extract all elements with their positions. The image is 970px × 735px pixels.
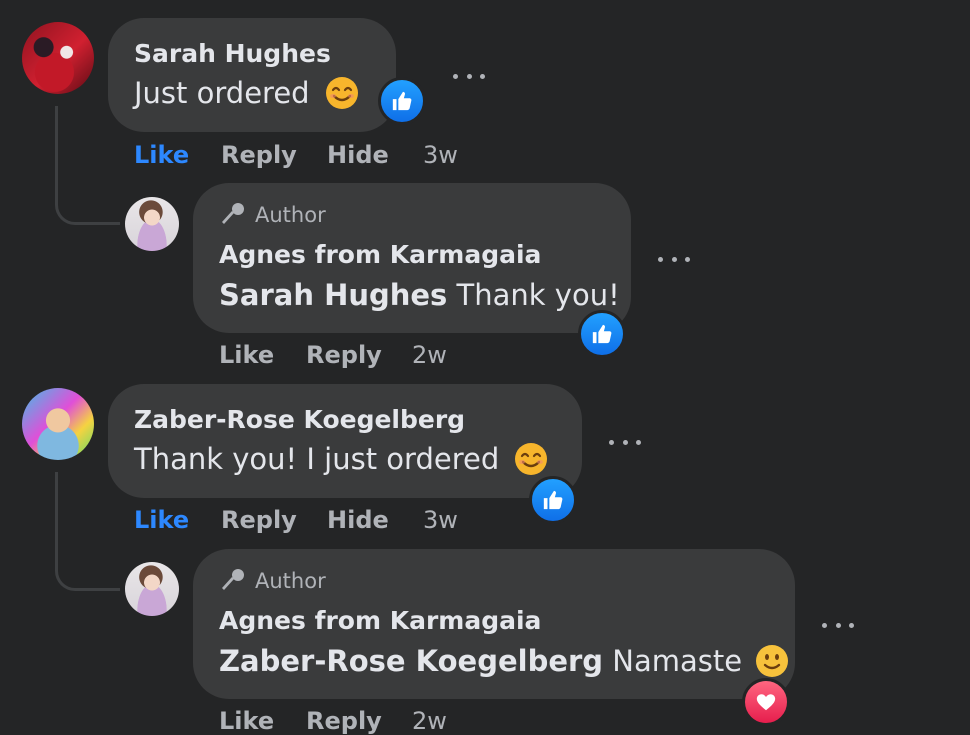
timestamp[interactable]: 3w — [423, 506, 458, 534]
reply-button[interactable]: Reply — [221, 141, 297, 169]
comment-bubble — [108, 384, 582, 498]
author-badge: Author — [255, 203, 326, 227]
comment-text: Just ordered — [134, 76, 359, 112]
more-options-icon[interactable] — [822, 618, 854, 632]
microphone-icon — [219, 566, 247, 598]
reply-author[interactable]: Agnes from Karmagaia — [219, 606, 541, 635]
smiling-face-with-smiling-eyes-icon — [514, 442, 548, 476]
mention-link[interactable]: Sarah Hughes — [219, 278, 447, 312]
mention-link[interactable]: Zaber-Rose Koegelberg — [219, 644, 603, 678]
thread-line — [55, 106, 120, 225]
timestamp[interactable]: 3w — [423, 141, 458, 169]
comment-text-content: Thank you! I just ordered — [134, 442, 500, 476]
reply-author[interactable]: Agnes from Karmagaia — [219, 240, 541, 269]
comment-author[interactable]: Sarah Hughes — [134, 39, 331, 68]
hide-button[interactable]: Hide — [327, 141, 389, 169]
reply-text-content: Namaste — [612, 644, 743, 678]
comment-author[interactable]: Zaber-Rose Koegelberg — [134, 405, 465, 434]
reply-button[interactable]: Reply — [306, 707, 382, 735]
love-reaction-icon[interactable] — [742, 678, 790, 726]
microphone-icon — [219, 200, 247, 232]
like-button[interactable]: Like — [134, 506, 189, 534]
timestamp[interactable]: 2w — [412, 707, 447, 735]
reply-text-content: Thank you! — [456, 278, 620, 312]
timestamp[interactable]: 2w — [412, 341, 447, 369]
like-button[interactable]: Like — [134, 141, 189, 169]
avatar[interactable] — [125, 197, 179, 251]
avatar[interactable] — [22, 388, 94, 460]
comment-bubble — [108, 18, 396, 132]
previous-comment-cutoff — [330, 0, 380, 2]
like-reaction-icon[interactable] — [578, 310, 626, 358]
reply-text: Sarah Hughes Thank you! — [219, 278, 620, 312]
hide-button[interactable]: Hide — [327, 506, 389, 534]
slightly-smiling-face-icon — [755, 644, 789, 678]
more-options-icon[interactable] — [453, 69, 485, 83]
reply-text: Zaber-Rose Koegelberg Namaste — [219, 644, 789, 680]
more-options-icon[interactable] — [658, 252, 690, 266]
avatar[interactable] — [125, 562, 179, 616]
like-button[interactable]: Like — [219, 341, 274, 369]
like-reaction-icon[interactable] — [378, 77, 426, 125]
thread-line — [55, 472, 120, 591]
more-options-icon[interactable] — [609, 435, 641, 449]
author-badge: Author — [255, 569, 326, 593]
smiling-face-with-smiling-eyes-icon — [325, 76, 359, 110]
like-button[interactable]: Like — [219, 707, 274, 735]
avatar[interactable] — [22, 22, 94, 94]
comment-text-content: Just ordered — [134, 76, 310, 110]
reply-button[interactable]: Reply — [221, 506, 297, 534]
reply-button[interactable]: Reply — [306, 341, 382, 369]
comment-text: Thank you! I just ordered — [134, 442, 548, 478]
like-reaction-icon[interactable] — [529, 476, 577, 524]
